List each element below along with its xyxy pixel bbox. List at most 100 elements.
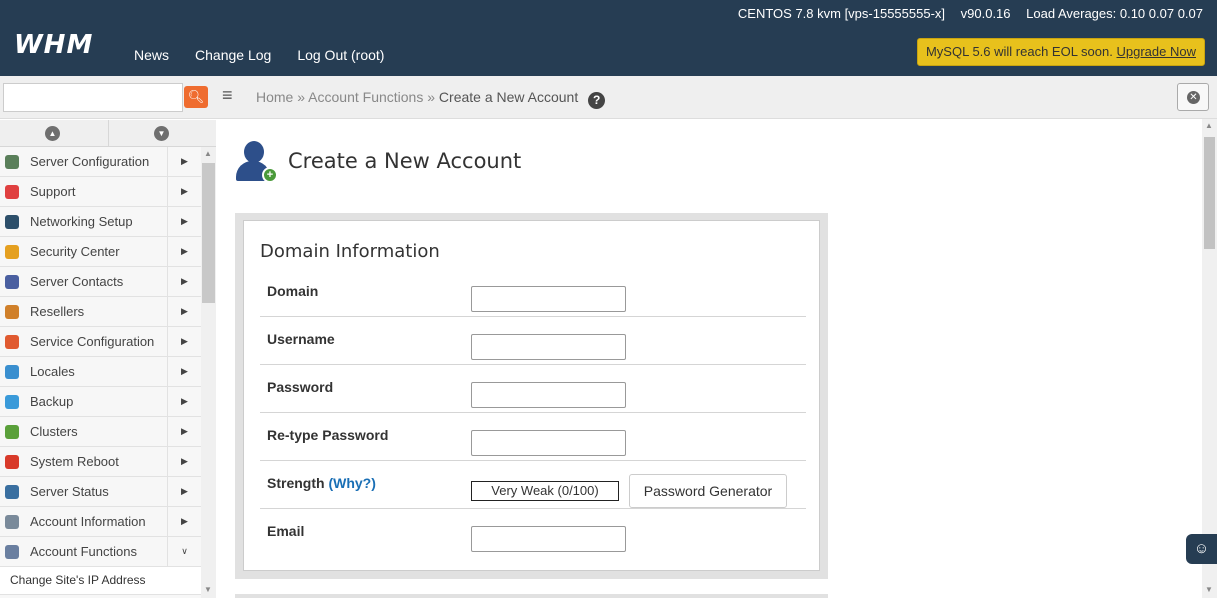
sidebar-item-label: Resellers xyxy=(30,304,85,319)
sidebar-item[interactable]: Server Configuration ▶ xyxy=(0,147,201,177)
strength-text: Strength xyxy=(267,475,325,491)
expand-arrow-icon[interactable]: ▶ xyxy=(167,297,201,326)
service-config-icon xyxy=(5,335,19,349)
username-field[interactable] xyxy=(471,334,626,360)
server-config-icon xyxy=(5,155,19,169)
search-icon[interactable]: 🔍︎ xyxy=(184,86,208,108)
strength-label: Strength (Why?) xyxy=(267,475,376,491)
scroll-down-icon[interactable]: ▼ xyxy=(1205,585,1213,594)
scrollbar-thumb[interactable] xyxy=(1204,137,1215,249)
sidebar-item-label: Account Information xyxy=(30,514,146,529)
strength-meter: Very Weak (0/100) xyxy=(471,481,619,501)
resellers-icon xyxy=(5,305,19,319)
nav-logout[interactable]: Log Out (root) xyxy=(297,47,384,63)
sidebar-item-label: Server Contacts xyxy=(30,274,124,289)
sidebar-item-label: Server Configuration xyxy=(30,154,150,169)
main-scrollbar[interactable]: ▲ ▼ xyxy=(1202,119,1217,598)
sidebar-item-label: Support xyxy=(30,184,76,199)
help-icon[interactable]: ? xyxy=(588,92,606,109)
expand-arrow-icon[interactable]: ▶ xyxy=(167,507,201,536)
top-nav: News Change Log Log Out (root) xyxy=(134,47,410,63)
breadcrumb-section[interactable]: Account Functions xyxy=(308,89,423,105)
account-info-icon xyxy=(5,515,19,529)
password-row: Password xyxy=(260,365,806,413)
sidebar-item[interactable]: Server Contacts ▶ xyxy=(0,267,201,297)
eol-notice: MySQL 5.6 will reach EOL soon. Upgrade N… xyxy=(916,38,1205,66)
sidebar-item-label: Service Configuration xyxy=(30,334,155,349)
system-info: CENTOS 7.8 kvm [vps-15555555-x] v90.0.16… xyxy=(726,6,1203,21)
sidebar-item[interactable]: Service Configuration ▶ xyxy=(0,327,201,357)
sidebar-item[interactable]: Clusters ▶ xyxy=(0,417,201,447)
expand-arrow-icon[interactable]: ▶ xyxy=(167,327,201,356)
sidebar-item[interactable]: System Reboot ▶ xyxy=(0,447,201,477)
expand-arrow-icon[interactable]: ▶ xyxy=(167,177,201,206)
sidebar-item[interactable]: Security Center ▶ xyxy=(0,237,201,267)
sidebar-item-label: Account Functions xyxy=(30,544,137,559)
expand-arrow-icon[interactable]: ▶ xyxy=(167,237,201,266)
domain-info-box: Domain Information Domain Username Passw… xyxy=(243,220,820,571)
retype-password-field[interactable] xyxy=(471,430,626,456)
breadcrumb-bar: ≡ Home » Account Functions » Create a Ne… xyxy=(218,76,1217,119)
expand-arrow-icon[interactable]: ▶ xyxy=(167,387,201,416)
username-label: Username xyxy=(267,331,335,347)
nav-news[interactable]: News xyxy=(134,47,169,63)
password-field[interactable] xyxy=(471,382,626,408)
nav-changelog[interactable]: Change Log xyxy=(195,47,271,63)
domain-row: Domain xyxy=(260,269,806,317)
clusters-icon xyxy=(5,425,19,439)
expand-arrow-icon[interactable]: ▶ xyxy=(167,207,201,236)
search-input[interactable] xyxy=(3,83,183,112)
lock-icon xyxy=(5,245,19,259)
expand-arrow-icon[interactable]: ▶ xyxy=(167,477,201,506)
close-button[interactable]: ✕ xyxy=(1177,83,1209,111)
sidebar-item[interactable]: Support ▶ xyxy=(0,177,201,207)
email-row: Email xyxy=(260,509,806,557)
scrollbar-thumb[interactable] xyxy=(202,163,215,303)
sidebar-item[interactable]: Resellers ▶ xyxy=(0,297,201,327)
email-label: Email xyxy=(267,523,305,539)
sidebar-collapse-bar: ▲ ▼ xyxy=(0,120,216,147)
scroll-up-icon[interactable]: ▲ xyxy=(204,149,212,158)
expand-arrow-icon[interactable]: ▶ xyxy=(167,267,201,296)
scroll-down-icon[interactable]: ▼ xyxy=(204,585,212,594)
lifebuoy-icon xyxy=(5,185,19,199)
upgrade-now-link[interactable]: Upgrade Now xyxy=(1117,44,1197,59)
sidebar-item[interactable]: Account Information ▶ xyxy=(0,507,201,537)
email-field[interactable] xyxy=(471,526,626,552)
expand-arrow-icon[interactable]: ▶ xyxy=(167,357,201,386)
locales-icon xyxy=(5,365,19,379)
feedback-icon[interactable]: ☺ xyxy=(1186,534,1217,564)
sidebar-item[interactable]: Server Status ▶ xyxy=(0,477,201,507)
sidebar-scrollbar[interactable]: ▲ ▼ xyxy=(201,147,216,598)
sidebar-item-label: Server Status xyxy=(30,484,109,499)
scroll-up-icon[interactable]: ▲ xyxy=(1205,121,1213,130)
domain-field[interactable] xyxy=(471,286,626,312)
menu-toggle-icon[interactable]: ≡ xyxy=(222,86,244,106)
sidebar-item[interactable]: Locales ▶ xyxy=(0,357,201,387)
version-info: v90.0.16 xyxy=(960,6,1011,21)
expand-arrow-icon[interactable]: ∨ xyxy=(167,537,201,566)
collapse-all-button[interactable]: ▲ xyxy=(0,120,108,147)
expand-arrow-icon[interactable]: ▶ xyxy=(167,417,201,446)
expand-arrow-icon[interactable]: ▶ xyxy=(167,447,201,476)
password-generator-button[interactable]: Password Generator xyxy=(629,474,787,508)
breadcrumb-home[interactable]: Home xyxy=(256,89,293,105)
sidebar-subitem-label: Change Site's IP Address xyxy=(10,573,146,587)
contacts-icon xyxy=(5,275,19,289)
os-info: CENTOS 7.8 kvm [vps-15555555-x] xyxy=(737,6,946,21)
eol-text: MySQL 5.6 will reach EOL soon. xyxy=(925,44,1113,59)
next-panel xyxy=(235,594,828,598)
sidebar-subitem[interactable]: Change Site's IP Address xyxy=(0,567,201,595)
whm-logo[interactable]: WHM xyxy=(14,30,93,60)
why-link[interactable]: (Why?) xyxy=(328,475,375,491)
sidebar-item[interactable]: Account Functions ∨ xyxy=(0,537,201,567)
sidebar-item-label: Backup xyxy=(30,394,74,409)
expand-all-button[interactable]: ▼ xyxy=(108,120,216,147)
sidebar-item-label: Locales xyxy=(30,364,75,379)
expand-arrow-icon[interactable]: ▶ xyxy=(167,147,201,176)
sidebar-item[interactable]: Backup ▶ xyxy=(0,387,201,417)
sidebar-item[interactable]: Networking Setup ▶ xyxy=(0,207,201,237)
sidebar-search: 🔍︎ xyxy=(0,76,218,119)
breadcrumb-sep: » xyxy=(427,89,436,105)
section-title: Domain Information xyxy=(260,241,440,262)
